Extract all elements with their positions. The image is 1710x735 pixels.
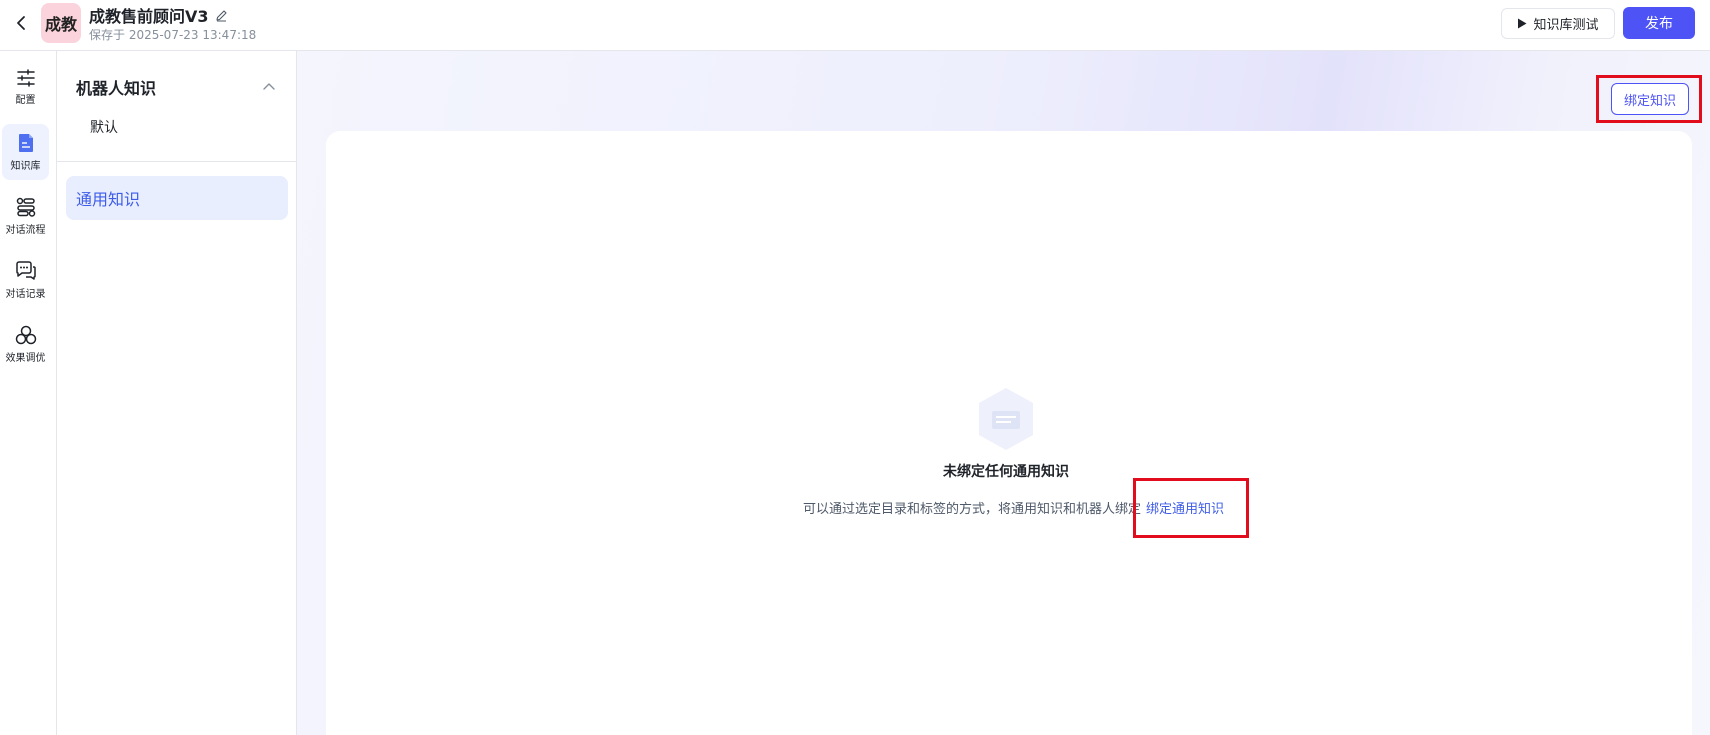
chevron-left-icon [17, 16, 25, 30]
empty-state-description: 可以通过选定目录和标签的方式，将通用知识和机器人绑定 [803, 502, 1142, 517]
rail-label-tuning: 效果调优 [5, 352, 46, 364]
sidebar-item-general-knowledge[interactable]: 通用知识 [66, 176, 288, 220]
knowledge-test-label: 知识库测试 [1533, 18, 1599, 33]
publish-button[interactable]: 发布 [1623, 7, 1695, 39]
knowledge-test-button[interactable]: 知识库测试 [1501, 8, 1615, 39]
bind-general-knowledge-link[interactable]: 绑定通用知识 [1146, 498, 1224, 517]
robot-knowledge-title: 机器人知识 [76, 79, 157, 98]
chevron-up-icon [263, 83, 275, 90]
rail-label-chat-records: 对话记录 [5, 288, 46, 300]
knowledge-book-icon [18, 133, 33, 152]
rail-item-knowledge[interactable]: 知识库 [2, 124, 49, 180]
rail-item-config[interactable]: 配置 [2, 59, 49, 115]
rail-label-knowledge: 知识库 [10, 160, 41, 172]
top-header: 成教 成教售前顾问V3 保存于 2025-07-23 13:47:18 知识库测… [0, 0, 1710, 51]
flow-icon [16, 197, 35, 217]
chat-record-icon [15, 260, 36, 280]
main-content: 绑定知识 未绑定任何通用知识 可以通过选定目录和标签的方式，将通用知识和机器人绑… [297, 51, 1710, 735]
tuning-icon [15, 325, 36, 344]
app-title: 成教售前顾问V3 [89, 3, 228, 27]
app-title-text: 成教售前顾问V3 [89, 7, 209, 26]
empty-state-title: 未绑定任何通用知识 [943, 464, 1069, 480]
knowledge-sidebar: 机器人知识 默认 通用知识 [57, 51, 297, 735]
app-avatar: 成教 [41, 3, 81, 43]
sidebar-item-default[interactable]: 默认 [90, 117, 118, 137]
rail-item-chat-records[interactable]: 对话记录 [2, 252, 49, 308]
bind-knowledge-button[interactable]: 绑定知识 [1611, 83, 1689, 115]
collapse-button[interactable] [259, 76, 279, 96]
rail-label-flow: 对话流程 [5, 224, 46, 236]
edit-icon[interactable] [215, 9, 228, 22]
left-nav-rail: 配置 知识库 对话流程 对话记录 效果调优 [0, 51, 57, 735]
back-button[interactable] [10, 12, 32, 34]
sliders-icon [16, 68, 35, 87]
play-icon [1518, 18, 1527, 29]
saved-timestamp: 保存于 2025-07-23 13:47:18 [89, 28, 257, 42]
rail-item-flow[interactable]: 对话流程 [2, 188, 49, 244]
sidebar-divider [57, 161, 296, 162]
content-card: 未绑定任何通用知识 可以通过选定目录和标签的方式，将通用知识和机器人绑定 绑定通… [326, 131, 1692, 735]
empty-document-icon [979, 388, 1033, 450]
rail-item-tuning[interactable]: 效果调优 [2, 316, 49, 372]
rail-label-config: 配置 [15, 94, 36, 106]
